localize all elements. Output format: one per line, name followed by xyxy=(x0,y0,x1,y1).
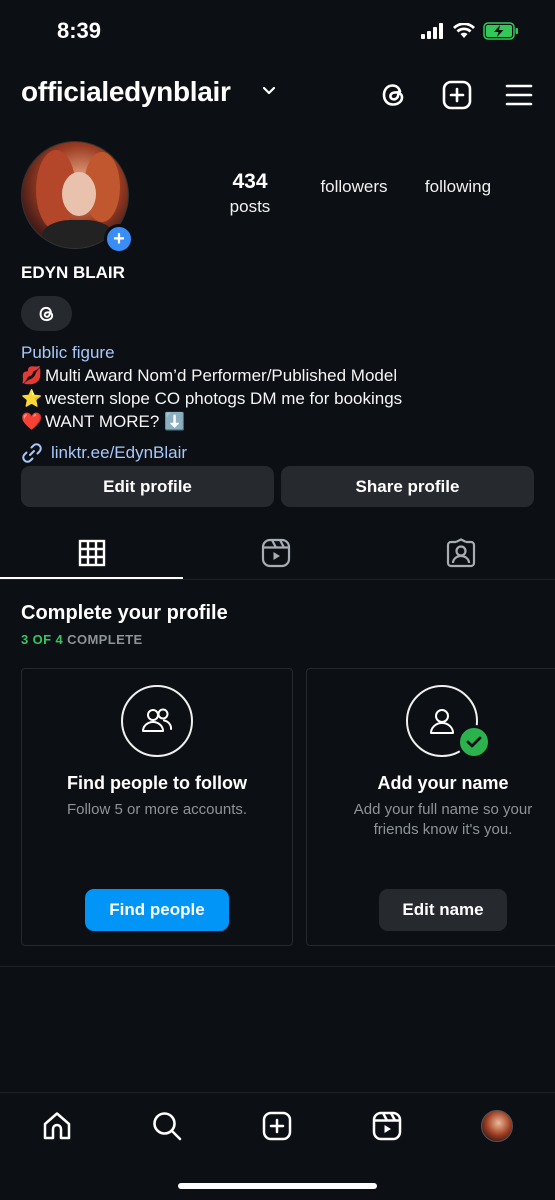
profile-category[interactable]: Public figure xyxy=(21,343,115,363)
home-indicator xyxy=(178,1183,377,1189)
plus-square-icon xyxy=(262,1111,292,1141)
profile-avatar[interactable]: + xyxy=(21,141,134,254)
following-label: following xyxy=(424,177,492,196)
bio-text: Multi Award Nom’d Performer/Published Mo… xyxy=(45,366,398,385)
avatar xyxy=(481,1110,513,1142)
bio-link[interactable]: linktr.ee/EdynBlair xyxy=(21,442,187,464)
username-switcher[interactable]: officialedynblair xyxy=(21,76,231,108)
link-text[interactable]: linktr.ee/EdynBlair xyxy=(51,443,187,463)
status-icons xyxy=(421,22,519,40)
create-post-button[interactable] xyxy=(440,78,474,112)
plus-square-icon xyxy=(442,80,472,110)
followers-label: followers xyxy=(320,177,388,196)
hamburger-menu-icon xyxy=(505,84,533,106)
bio-text: WANT MORE? ⬇️ xyxy=(45,412,186,431)
add-name-card: Add your name Add your full name so your… xyxy=(306,668,555,946)
cellular-signal-icon xyxy=(421,23,443,39)
person-icon xyxy=(430,709,454,734)
battery-charging-icon xyxy=(483,22,518,40)
profile-header: officialedynblair xyxy=(0,72,555,122)
people-icon xyxy=(142,708,172,732)
progress-rest: COMPLETE xyxy=(63,632,143,647)
bio-line: ❤️ WANT MORE? ⬇️ xyxy=(21,412,185,432)
grid-icon xyxy=(78,539,106,567)
add-story-icon[interactable]: + xyxy=(104,224,134,254)
posts-stat[interactable]: 434 posts xyxy=(222,170,278,217)
card-subtitle: Add your full name so your friends know … xyxy=(353,801,533,838)
heart-icon: ❤️ xyxy=(21,412,43,431)
menu-button[interactable] xyxy=(502,78,536,112)
nav-profile[interactable] xyxy=(480,1109,514,1143)
people-icon-circle xyxy=(121,685,193,757)
divider xyxy=(0,579,555,580)
tab-reels[interactable] xyxy=(259,536,293,570)
posts-label: posts xyxy=(229,197,271,216)
share-profile-button[interactable]: Share profile xyxy=(281,466,534,507)
check-badge-icon xyxy=(457,725,491,759)
tab-tagged[interactable] xyxy=(444,536,478,570)
followers-count xyxy=(310,160,398,174)
card-title: Add your name xyxy=(377,773,509,793)
complete-profile-title: Complete your profile xyxy=(21,602,228,624)
following-count xyxy=(414,160,502,174)
nav-search[interactable] xyxy=(150,1109,184,1143)
progress-done: 3 OF 4 xyxy=(21,632,64,647)
bio-line: ⭐ western slope CO photogs DM me for book… xyxy=(21,389,402,409)
threads-badge[interactable] xyxy=(21,296,72,331)
complete-profile-progress: 3 OF 4 COMPLETE xyxy=(21,632,143,647)
card-subtitle: Follow 5 or more accounts. xyxy=(66,801,248,818)
card-title: Find people to follow xyxy=(67,773,247,793)
link-icon xyxy=(22,443,42,463)
following-stat[interactable]: following xyxy=(414,160,502,197)
reels-icon xyxy=(261,538,291,568)
wifi-icon xyxy=(453,23,475,38)
chevron-down-icon[interactable] xyxy=(262,86,276,96)
status-time: 8:39 xyxy=(57,18,102,43)
edit-name-button[interactable]: Edit name xyxy=(379,889,507,931)
search-icon xyxy=(153,1112,182,1141)
nav-home[interactable] xyxy=(40,1109,74,1143)
threads-icon xyxy=(382,84,404,106)
home-icon xyxy=(43,1112,71,1140)
reels-icon xyxy=(372,1111,402,1141)
tab-grid[interactable] xyxy=(75,536,109,570)
threads-icon xyxy=(39,306,53,321)
bio-line: 💋 Multi Award Nom’d Performer/Published M… xyxy=(21,366,397,386)
find-people-card: Find people to follow Follow 5 or more a… xyxy=(21,668,293,946)
tagged-person-icon xyxy=(446,538,476,568)
posts-count: 434 xyxy=(232,170,268,193)
followers-stat[interactable]: followers xyxy=(310,160,398,197)
display-name: EDYN BLAIR xyxy=(21,263,125,282)
edit-profile-button[interactable]: Edit profile xyxy=(21,466,274,507)
star-icon: ⭐ xyxy=(21,389,43,408)
bio-text: western slope CO photogs DM me for booki… xyxy=(45,389,403,408)
divider xyxy=(0,966,555,967)
threads-button[interactable] xyxy=(377,78,411,112)
nav-reels[interactable] xyxy=(370,1109,404,1143)
status-bar: 8:39 xyxy=(0,0,555,64)
find-people-button[interactable]: Find people xyxy=(85,889,229,931)
profile-tabs xyxy=(0,530,555,580)
kiss-icon: 💋 xyxy=(21,366,43,385)
nav-create[interactable] xyxy=(260,1109,294,1143)
